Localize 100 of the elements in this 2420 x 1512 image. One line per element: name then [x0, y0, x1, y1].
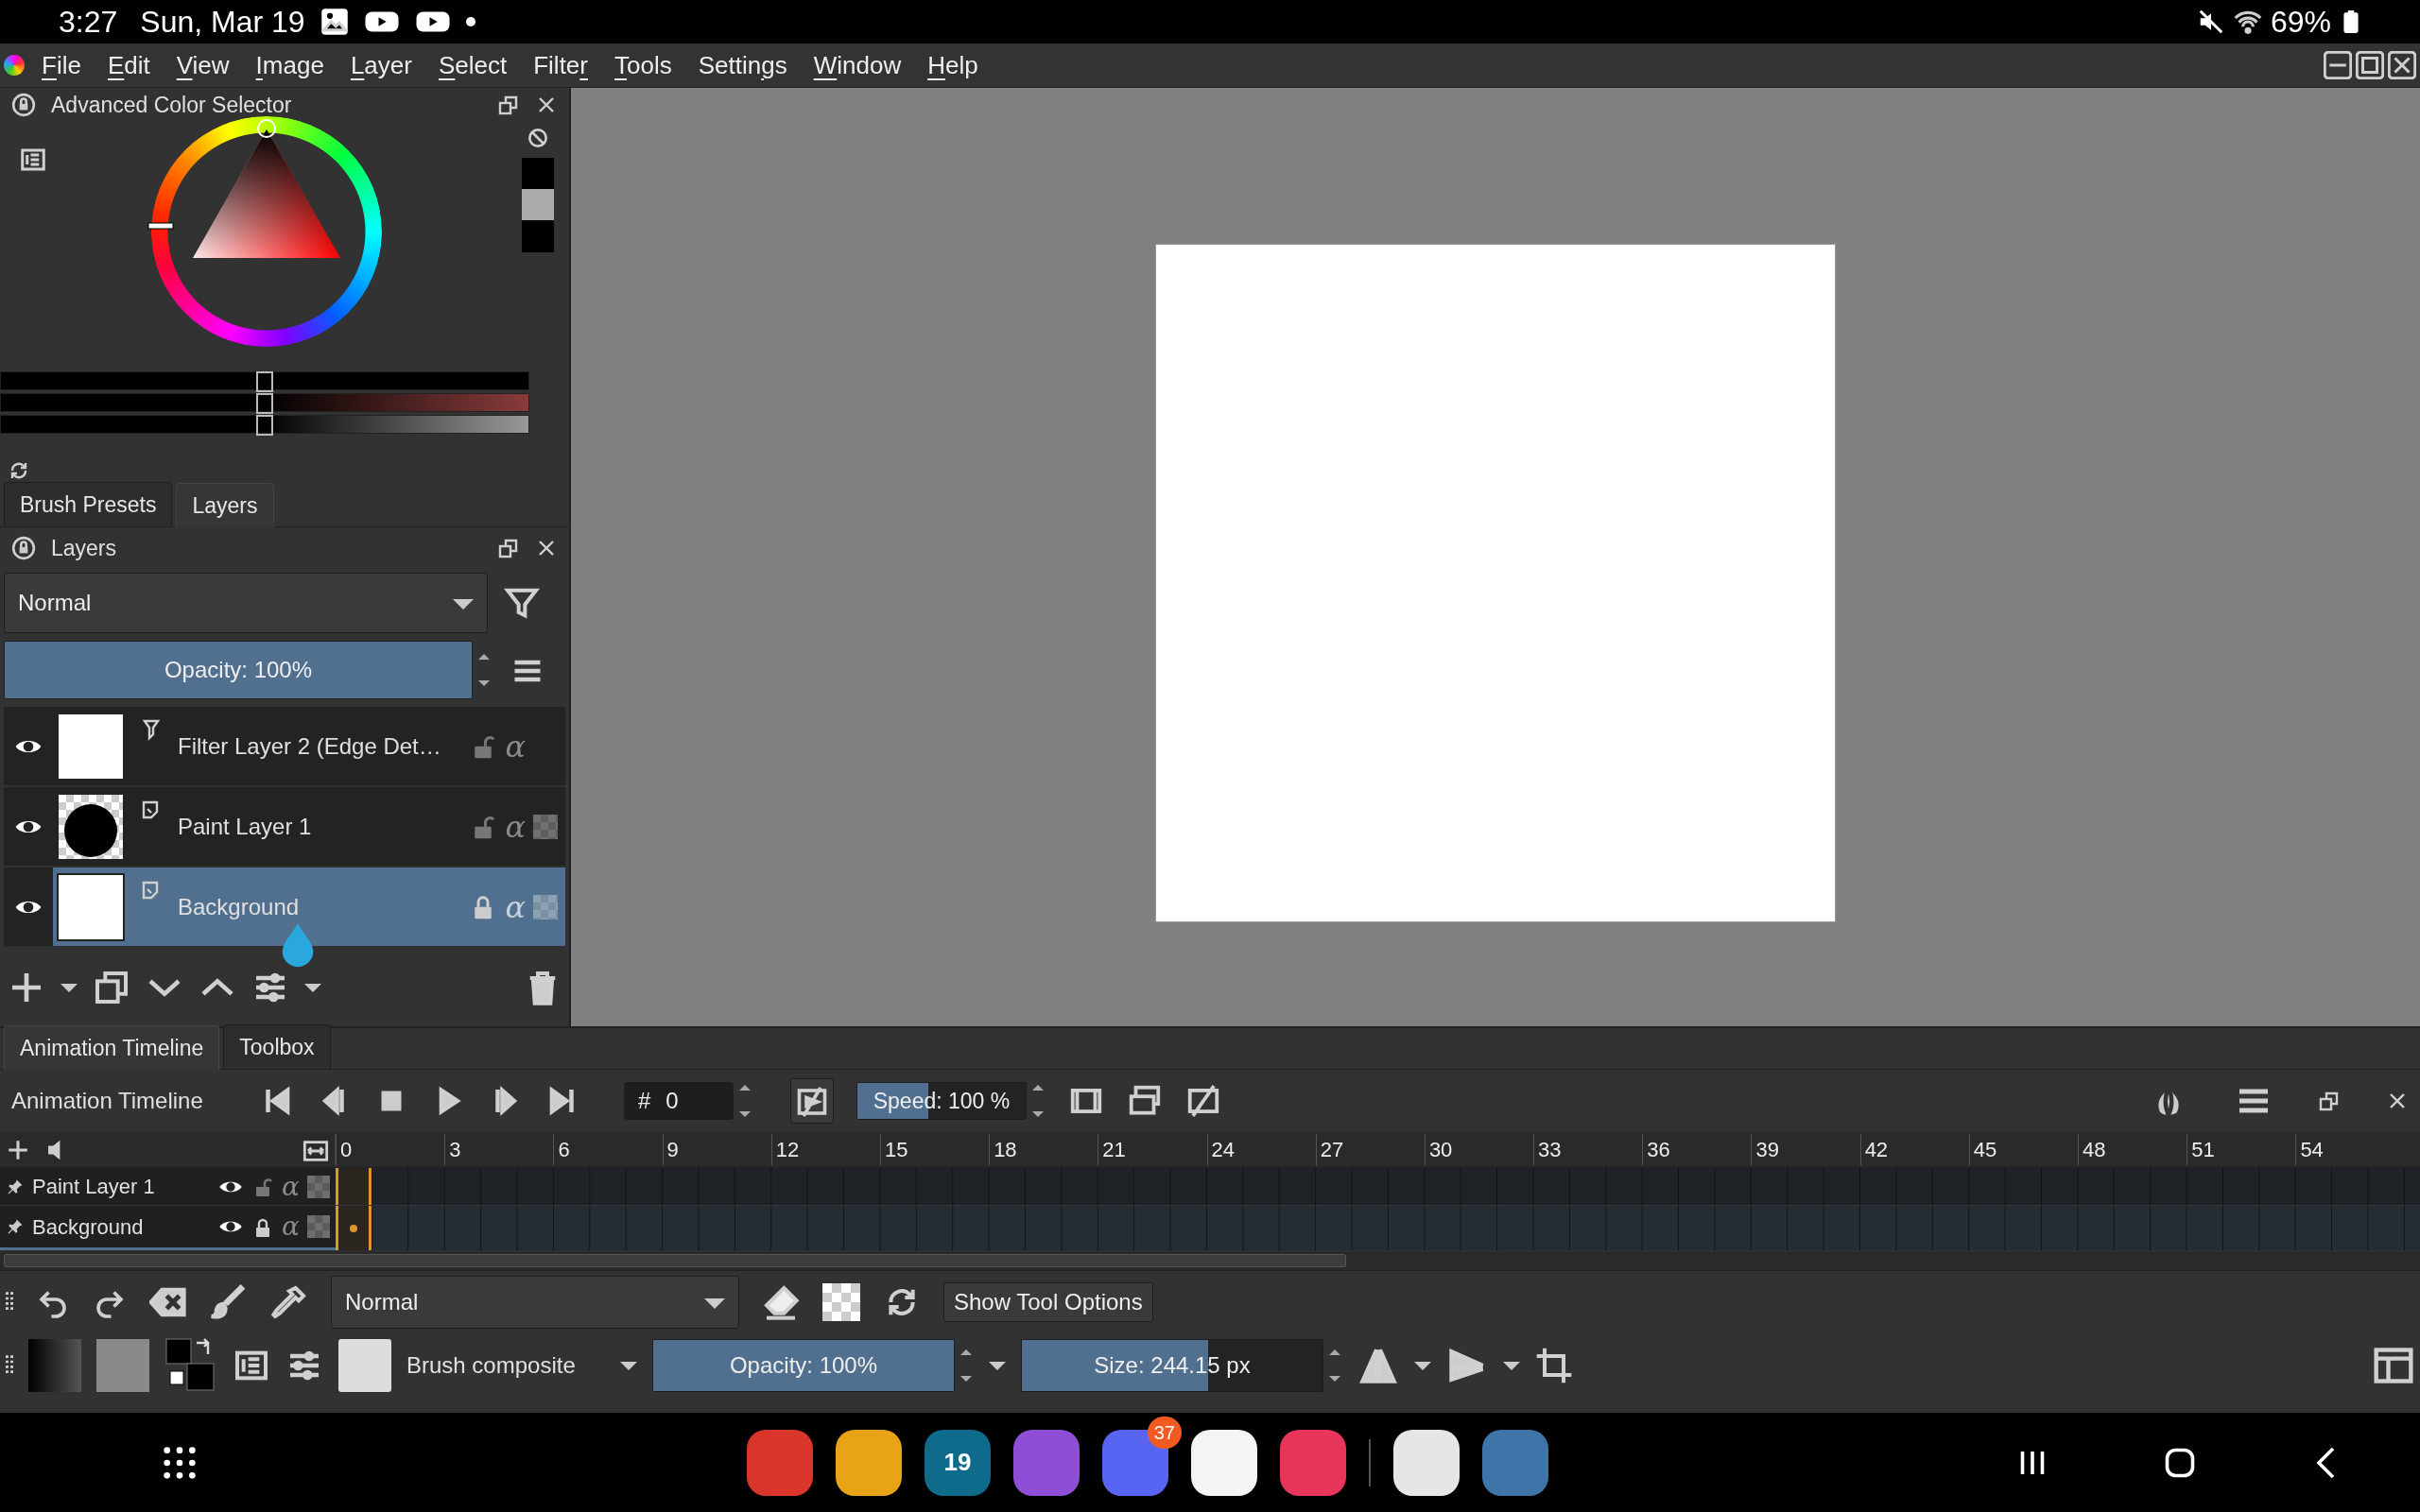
frame-number: 24 — [1206, 1134, 1316, 1165]
float-icon[interactable] — [497, 537, 520, 559]
clock-time: 3:27 — [59, 4, 118, 41]
frame-number: 39 — [1751, 1134, 1860, 1165]
canvas-area[interactable] — [571, 88, 2420, 1026]
caret-icon[interactable] — [989, 1361, 1006, 1370]
loop-button[interactable] — [790, 1078, 834, 1124]
frame-number: 12 — [770, 1134, 880, 1165]
frame-number: 9 — [662, 1134, 771, 1165]
app-icon[interactable] — [1191, 1429, 1257, 1496]
float-icon[interactable] — [497, 94, 520, 116]
float-icon[interactable] — [2318, 1090, 2341, 1112]
brush-preset-name: Brush composite — [406, 1351, 577, 1380]
gallery-icon — [320, 8, 349, 36]
dock-tab[interactable]: Animation Timeline — [4, 1024, 220, 1070]
dock-tab[interactable]: Layers — [176, 482, 274, 527]
pattern-swatch[interactable] — [96, 1339, 149, 1392]
gradient-swatch[interactable] — [28, 1339, 81, 1392]
menu-item[interactable]: Select — [424, 46, 521, 84]
frame-number: 6 — [553, 1134, 663, 1165]
app-logo — [4, 55, 25, 76]
opacity-slider[interactable]: Opacity: 100% — [652, 1339, 955, 1392]
panel-title: Layers — [51, 534, 117, 562]
hue-marker[interactable] — [147, 222, 174, 230]
caret-icon[interactable] — [1503, 1361, 1520, 1370]
panel-title: Animation Timeline — [11, 1087, 204, 1115]
minimize-icon[interactable] — [2324, 51, 2352, 79]
pin-icon[interactable] — [6, 1217, 25, 1236]
blend-mode-select[interactable]: Normal — [331, 1275, 739, 1329]
frame-number: 18 — [989, 1134, 1098, 1165]
menu-item[interactable]: Window — [800, 46, 915, 84]
restore-icon[interactable] — [2356, 51, 2384, 79]
menu-item[interactable]: Settings — [684, 46, 801, 84]
timeline-layer-row[interactable]: Paint Layer 1 α — [0, 1168, 336, 1205]
app-icon[interactable] — [1393, 1429, 1460, 1496]
frame-number: 36 — [1642, 1134, 1752, 1165]
layer-name: Background — [178, 892, 301, 921]
transparency-icon[interactable] — [822, 1282, 860, 1321]
no-color-icon[interactable] — [526, 126, 550, 150]
brush-preset-thumbnail[interactable] — [338, 1339, 391, 1392]
eraser-icon[interactable] — [762, 1282, 800, 1321]
frame-number: 21 — [1098, 1134, 1207, 1165]
filter-layer-icon — [140, 717, 163, 741]
current-frame-cell[interactable] — [336, 1168, 372, 1205]
alpha-lock-toggle[interactable]: α — [505, 730, 526, 762]
inherit-alpha-icon[interactable] — [307, 1175, 330, 1198]
current-frame-cell[interactable] — [336, 1206, 372, 1250]
notification-count: 37 — [1147, 1416, 1182, 1449]
caret-icon[interactable] — [1414, 1361, 1431, 1370]
menu-item[interactable]: View — [163, 46, 243, 84]
alpha-lock-toggle[interactable]: α — [505, 811, 526, 842]
blend-mode-select[interactable]: Normal — [4, 573, 488, 633]
color-history[interactable] — [522, 158, 554, 252]
app-icon[interactable]: 19 — [925, 1429, 991, 1496]
layer-row[interactable]: Filter Layer 2 (Edge Det… α — [53, 707, 565, 785]
close-icon[interactable] — [2388, 51, 2416, 79]
menu-item[interactable]: Edit — [94, 46, 164, 84]
brush-icon[interactable] — [210, 1282, 248, 1321]
lock-icon[interactable] — [11, 93, 36, 117]
app-icon[interactable] — [836, 1429, 902, 1496]
caret-icon — [704, 1297, 725, 1309]
lock-icon[interactable] — [11, 536, 36, 560]
menu-item[interactable]: Help — [914, 46, 992, 84]
frame-number: 15 — [879, 1134, 990, 1165]
alpha-lock-toggle[interactable]: α — [282, 1213, 300, 1240]
dock-tab[interactable]: Brush Presets — [4, 481, 173, 526]
alpha-lock-toggle[interactable]: α — [282, 1173, 300, 1200]
frame-field[interactable]: # 0 — [624, 1082, 734, 1120]
inherit-alpha-icon[interactable] — [533, 814, 558, 839]
frame-number: 27 — [1315, 1134, 1425, 1165]
color-slider[interactable] — [0, 415, 529, 434]
layer-name: Filter Layer 2 (Edge Det… — [178, 731, 442, 761]
menu-item[interactable]: Layer — [337, 46, 425, 84]
layer-name: Paint Layer 1 — [178, 812, 313, 841]
layer-row[interactable]: Paint Layer 1 α — [53, 787, 565, 866]
menu-item[interactable]: Filter — [520, 46, 601, 84]
opacity-slider[interactable]: Opacity: 100% — [4, 641, 473, 699]
menu-item[interactable]: Tools — [601, 46, 685, 84]
keyframe-dot — [350, 1224, 357, 1232]
crop-icon[interactable] — [1535, 1347, 1573, 1384]
dot-icon — [465, 17, 475, 26]
show-tool-options-button[interactable]: Show Tool Options — [943, 1281, 1153, 1322]
color-swap-icon[interactable] — [164, 1337, 217, 1394]
slider-handle[interactable] — [256, 371, 273, 392]
scrollbar-thumb[interactable] — [4, 1254, 1346, 1267]
menu-item[interactable]: Image — [242, 46, 337, 84]
caret-icon[interactable] — [304, 983, 321, 992]
menu-item[interactable]: File — [28, 46, 95, 84]
panel-layout-icon[interactable] — [2373, 1345, 2414, 1386]
no-film-icon[interactable] — [1185, 1083, 1221, 1119]
color-marker[interactable] — [256, 118, 277, 139]
slider-handle[interactable] — [256, 393, 273, 414]
slider-handle[interactable] — [256, 415, 273, 436]
caret-icon[interactable] — [60, 983, 78, 992]
dock-tab[interactable]: Toolbox — [223, 1023, 331, 1069]
color-slider[interactable] — [0, 371, 529, 390]
color-slider[interactable] — [0, 393, 529, 412]
caret-icon — [453, 599, 474, 610]
caret-icon[interactable] — [620, 1361, 637, 1370]
duplicate-icon[interactable] — [93, 969, 130, 1006]
